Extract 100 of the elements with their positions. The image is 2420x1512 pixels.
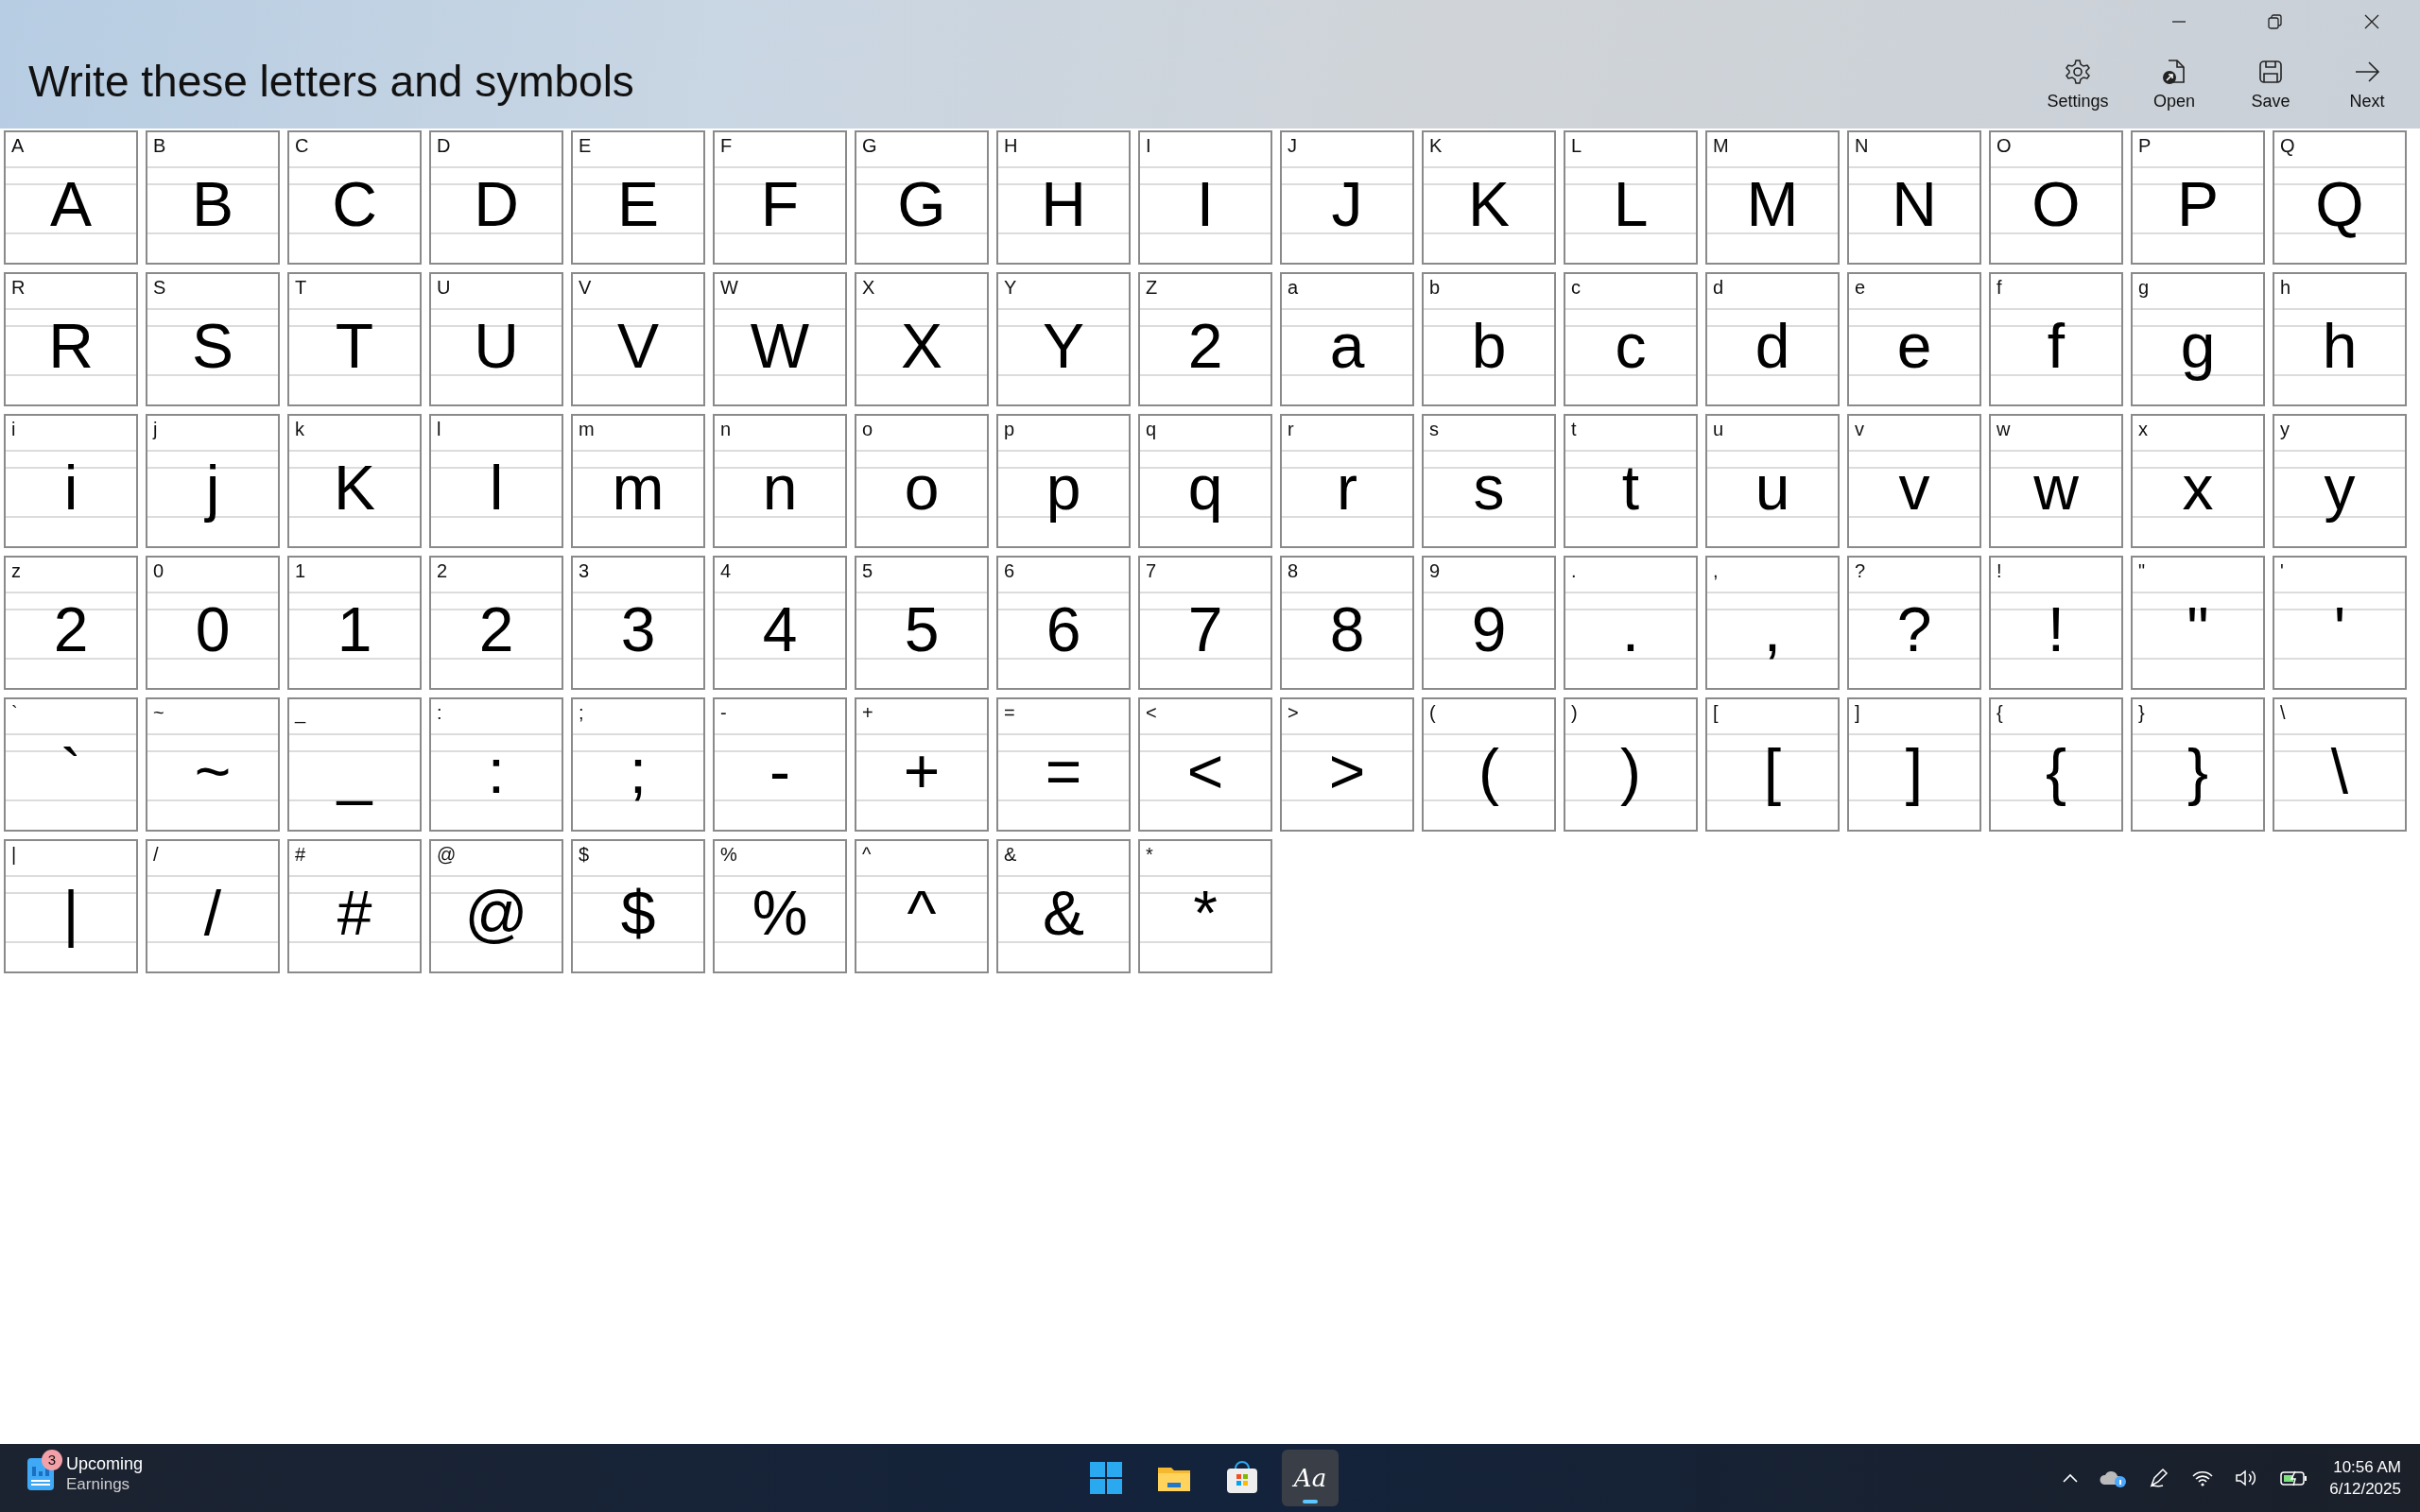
writing-cell[interactable]: : : [429, 697, 563, 832]
writing-cell[interactable]: u u [1705, 414, 1840, 548]
writing-cell[interactable]: c c [1564, 272, 1698, 406]
writing-cell[interactable]: K K [1422, 130, 1556, 265]
battery-icon[interactable] [2280, 1469, 2309, 1486]
writing-cell[interactable]: ` ` [4, 697, 138, 832]
writing-cell[interactable]: $ $ [571, 839, 705, 973]
writing-cell[interactable]: 3 3 [571, 556, 705, 690]
clock-time[interactable]: 10:56 AM [2329, 1456, 2401, 1478]
writing-cell[interactable]: > > [1280, 697, 1414, 832]
writing-cell[interactable]: * * [1138, 839, 1272, 973]
writing-cell[interactable]: ! ! [1989, 556, 2123, 690]
writing-cell[interactable]: j j [146, 414, 280, 548]
writing-cell[interactable]: 9 9 [1422, 556, 1556, 690]
writing-cell[interactable]: ( ( [1422, 697, 1556, 832]
writing-cell[interactable]: P P [2131, 130, 2265, 265]
writing-cell[interactable]: y y [2273, 414, 2407, 548]
settings-button[interactable]: Settings [2032, 57, 2123, 123]
writing-cell[interactable]: \ \ [2273, 697, 2407, 832]
writing-cell[interactable]: r r [1280, 414, 1414, 548]
writing-cell[interactable]: J J [1280, 130, 1414, 265]
writing-cell[interactable]: v v [1847, 414, 1981, 548]
writing-cell[interactable]: z 2 [4, 556, 138, 690]
writing-cell[interactable]: t t [1564, 414, 1698, 548]
writing-cell[interactable]: 1 1 [287, 556, 422, 690]
writing-cell[interactable]: m m [571, 414, 705, 548]
writing-cell[interactable]: ? ? [1847, 556, 1981, 690]
writing-cell[interactable]: W W [713, 272, 847, 406]
writing-cell[interactable]: { { [1989, 697, 2123, 832]
writing-cell[interactable]: o o [855, 414, 989, 548]
writing-cell[interactable]: i i [4, 414, 138, 548]
writing-cell[interactable]: + + [855, 697, 989, 832]
writing-cell[interactable]: R R [4, 272, 138, 406]
writing-cell[interactable]: ; ; [571, 697, 705, 832]
writing-cell[interactable]: f f [1989, 272, 2123, 406]
writing-cell[interactable]: & & [996, 839, 1131, 973]
clock-date[interactable]: 6/12/2025 [2329, 1478, 2401, 1500]
writing-cell[interactable]: X X [855, 272, 989, 406]
writing-cell[interactable]: ) ) [1564, 697, 1698, 832]
save-button[interactable]: Save [2225, 57, 2316, 123]
next-button[interactable]: Next [2322, 57, 2412, 123]
writing-cell[interactable]: ' ' [2273, 556, 2407, 690]
writing-cell[interactable]: 0 0 [146, 556, 280, 690]
writing-cell[interactable]: 4 4 [713, 556, 847, 690]
writing-cell[interactable]: D D [429, 130, 563, 265]
chevron-up-icon[interactable] [2063, 1473, 2079, 1483]
writing-cell[interactable]: @ @ [429, 839, 563, 973]
writing-cell[interactable]: % % [713, 839, 847, 973]
writing-cell[interactable]: / / [146, 839, 280, 973]
writing-cell[interactable]: N N [1847, 130, 1981, 265]
writing-cell[interactable]: k K [287, 414, 422, 548]
writing-cell[interactable]: F F [713, 130, 847, 265]
writing-cell[interactable]: 5 5 [855, 556, 989, 690]
writing-cell[interactable]: a a [1280, 272, 1414, 406]
writing-cell[interactable]: - - [713, 697, 847, 832]
writing-cell[interactable]: g g [2131, 272, 2265, 406]
writing-cell[interactable]: V V [571, 272, 705, 406]
writing-cell[interactable]: M M [1705, 130, 1840, 265]
writing-cell[interactable]: h h [2273, 272, 2407, 406]
writing-cell[interactable]: 7 7 [1138, 556, 1272, 690]
writing-cell[interactable]: 6 6 [996, 556, 1131, 690]
writing-cell[interactable]: E E [571, 130, 705, 265]
writing-cell[interactable]: n n [713, 414, 847, 548]
writing-cell[interactable]: O O [1989, 130, 2123, 265]
taskbar-app-button[interactable]: Aa [1282, 1450, 1339, 1506]
writing-cell[interactable]: } } [2131, 697, 2265, 832]
writing-cell[interactable]: ^ ^ [855, 839, 989, 973]
writing-cell[interactable]: < < [1138, 697, 1272, 832]
writing-cell[interactable]: A A [4, 130, 138, 265]
writing-cell[interactable]: b b [1422, 272, 1556, 406]
writing-cell[interactable]: e e [1847, 272, 1981, 406]
writing-cell[interactable]: " " [2131, 556, 2265, 690]
writing-cell[interactable]: # # [287, 839, 422, 973]
writing-cell[interactable]: S S [146, 272, 280, 406]
writing-cell[interactable]: L L [1564, 130, 1698, 265]
writing-cell[interactable]: ] ] [1847, 697, 1981, 832]
wifi-icon[interactable] [2191, 1469, 2215, 1487]
writing-cell[interactable]: s s [1422, 414, 1556, 548]
writing-cell[interactable]: p p [996, 414, 1131, 548]
writing-cell[interactable]: G G [855, 130, 989, 265]
open-button[interactable]: Open [2129, 57, 2220, 123]
writing-cell[interactable]: x x [2131, 414, 2265, 548]
writing-cell[interactable]: . . [1564, 556, 1698, 690]
writing-cell[interactable]: I I [1138, 130, 1272, 265]
writing-cell[interactable]: d d [1705, 272, 1840, 406]
writing-cell[interactable]: 2 2 [429, 556, 563, 690]
writing-cell[interactable]: q q [1138, 414, 1272, 548]
writing-cell[interactable]: H H [996, 130, 1131, 265]
writing-cell[interactable]: w w [1989, 414, 2123, 548]
writing-cell[interactable]: Q Q [2273, 130, 2407, 265]
writing-cell[interactable]: T T [287, 272, 422, 406]
writing-cell[interactable]: | | [4, 839, 138, 973]
writing-cell[interactable]: B B [146, 130, 280, 265]
writing-cell[interactable]: U U [429, 272, 563, 406]
writing-cell[interactable]: = = [996, 697, 1131, 832]
writing-cell[interactable]: l l [429, 414, 563, 548]
writing-cell[interactable]: _ _ [287, 697, 422, 832]
writing-cell[interactable]: 8 8 [1280, 556, 1414, 690]
writing-cell[interactable]: [ [ [1705, 697, 1840, 832]
writing-cell[interactable]: ~ ~ [146, 697, 280, 832]
